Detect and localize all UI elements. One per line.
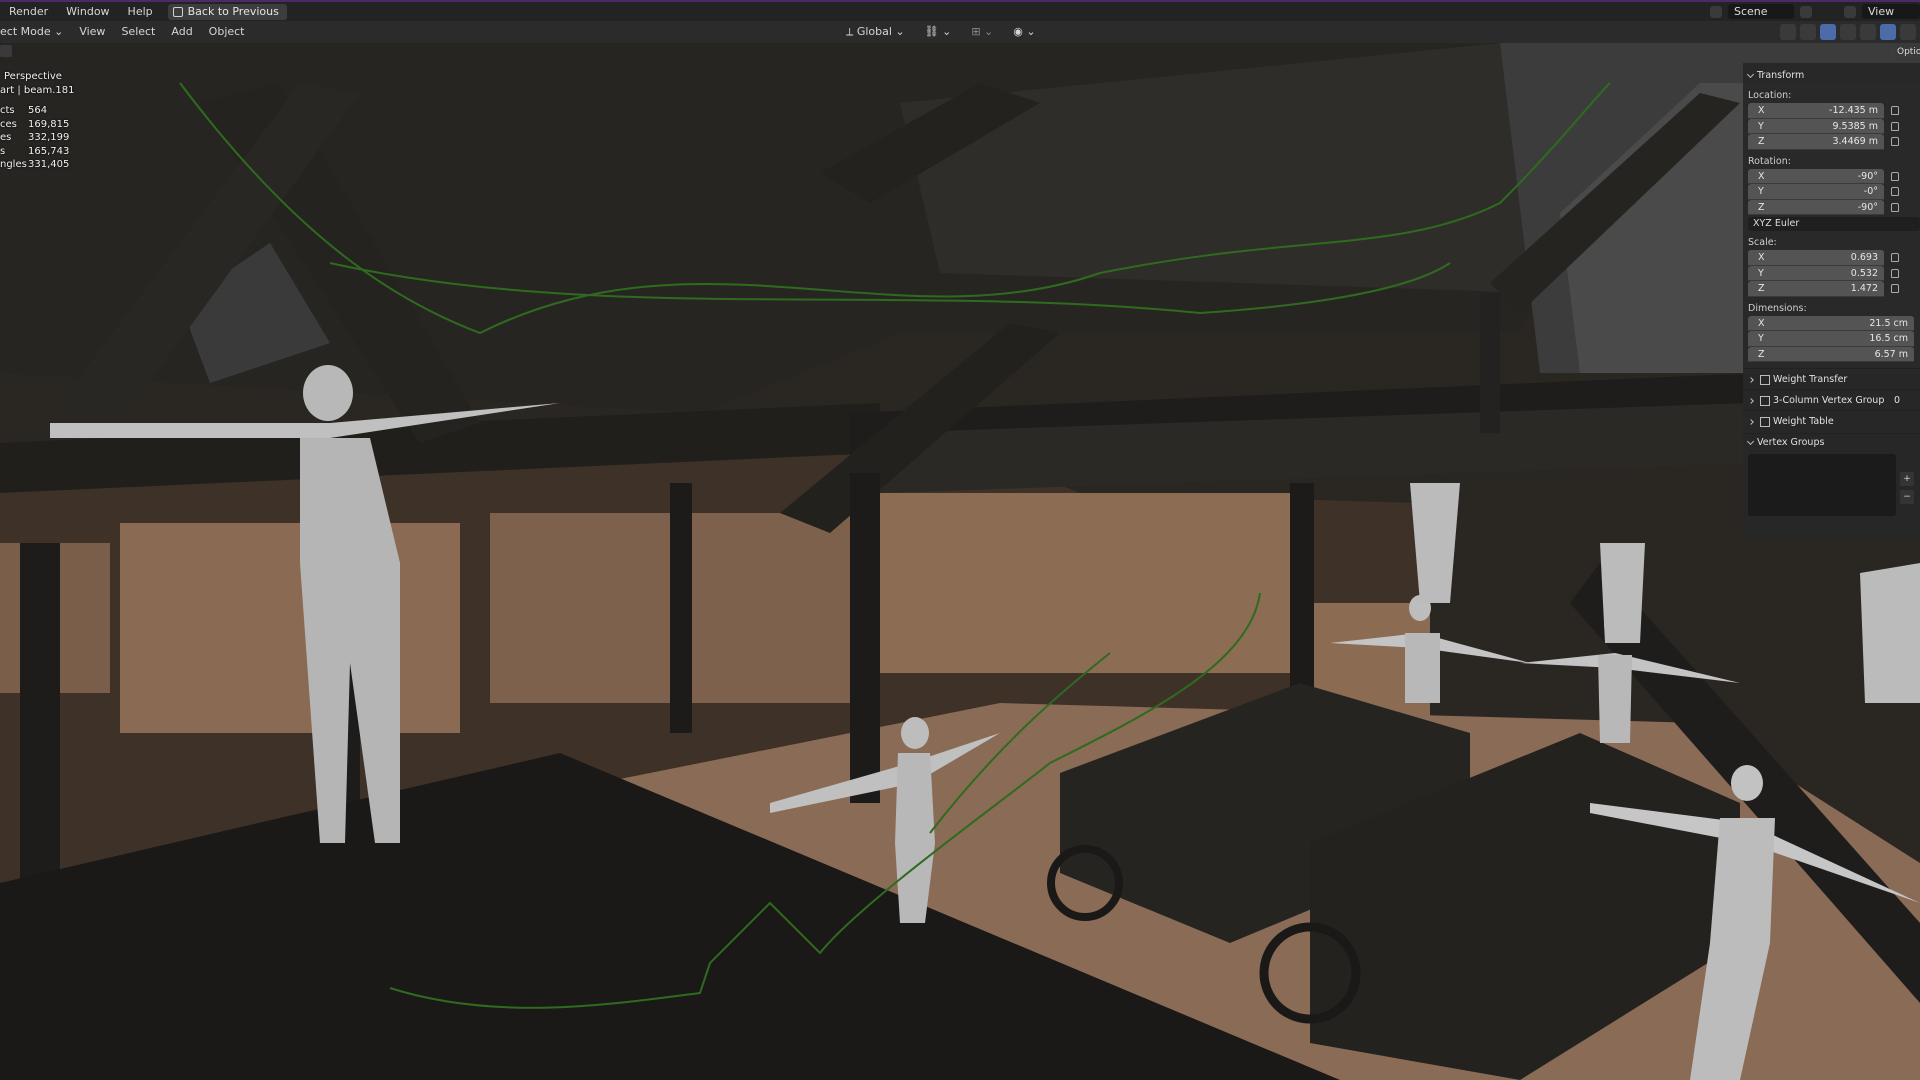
lock-icon[interactable] [1891,284,1899,294]
menu-window[interactable]: Window [57,2,118,21]
weight-table-label: Weight Table [1773,416,1834,427]
material-shading-icon[interactable] [1900,24,1916,40]
pivot-icon[interactable]: ⛓ ⌄ [919,24,958,40]
weight-transfer-label: Weight Transfer [1773,374,1848,385]
toolbar-toggle-icon[interactable] [0,45,12,57]
snap-icon[interactable]: ⊞ ⌄ [965,24,999,40]
view-layer-field[interactable]: View Layer [1862,4,1920,33]
stat-row: cts 564 [0,105,48,116]
wireframe-shading-icon[interactable] [1860,24,1876,40]
xray-icon[interactable] [1840,24,1856,40]
lock-icon[interactable] [1891,268,1899,278]
scale-x-field[interactable]: X 0.693 [1748,250,1884,266]
three-column-count: 0 [1893,395,1900,406]
stat-row: ngles 331,405 [0,159,70,170]
viewport-header: ect Mode ⌄ View Select Add Object ⟂ Glob… [0,21,1920,43]
overlay-icon[interactable] [1820,24,1836,40]
location-x-field[interactable]: X -12.435 m [1748,103,1884,119]
weight-table-panel[interactable]: Weight Table [1743,410,1920,431]
dimensions-y-field[interactable]: Y 16.5 cm [1748,331,1914,347]
view-info: Perspective art | beam.181 [0,70,75,98]
lock-icon[interactable] [1891,253,1899,263]
vertex-groups-list[interactable]: + − [1748,454,1914,516]
dimensions-x-field[interactable]: X 21.5 cm [1748,315,1914,331]
menu-add[interactable]: Add [163,21,200,43]
menu-select[interactable]: Select [113,21,163,43]
menu-object[interactable]: Object [201,21,253,43]
weight-transfer-panel[interactable]: Weight Transfer [1743,368,1920,389]
scene-icon [1710,5,1722,18]
location-y-field[interactable]: Y 9.5385 m [1748,118,1884,134]
mode-dropdown[interactable]: ect Mode ⌄ [0,21,71,43]
scale-z-field[interactable]: Z 1.472 [1748,281,1884,297]
visibility-icon[interactable] [1780,24,1796,40]
scene-statistics: cts 564 ces 169,815 es 332,199 s 165,743 ngl… [0,104,69,172]
screen-icon [172,6,183,17]
chevron-right-icon [1748,398,1754,404]
scene-render [0,43,1920,1080]
solid-shading-icon[interactable] [1880,24,1896,40]
rotation-z-field[interactable]: Z -90° [1748,199,1884,215]
vertex-group-icon [1760,396,1770,406]
chevron-right-icon [1748,377,1754,383]
menu-view[interactable]: View [71,21,113,43]
top-menu-bar: Render Window Help Back to Previous Scen… [0,0,1920,33]
stat-row: ces 169,815 [0,118,70,130]
remove-icon[interactable]: − [1900,490,1914,504]
lock-icon[interactable] [1891,137,1899,147]
3d-viewport[interactable]: Perspective art | beam.181 cts 564 ces 169… [0,43,1920,1080]
vertex-groups-header[interactable]: Vertex Groups [1743,433,1920,450]
back-to-previous-label: Back to Previous [187,4,279,18]
scale-label: Scale: [1748,237,1777,248]
menu-help[interactable]: Help [119,2,162,21]
proportional-edit-icon[interactable]: ◉ ⌄ [1007,24,1041,40]
object-path: art | beam.181 [0,85,75,96]
weight-transfer-icon [1760,375,1770,385]
view-name: Perspective [4,71,62,82]
rotation-label: Rotation: [1748,155,1791,167]
gizmo-icon[interactable] [1800,24,1816,40]
dimensions-z-field[interactable]: Z 6.57 m [1748,346,1914,362]
view-layer-icon [1844,5,1856,18]
table-icon [1760,417,1770,427]
lock-icon[interactable] [1891,171,1899,181]
vertex-group-controls: + − [1900,472,1914,504]
dimensions-label: Dimensions: [1748,302,1807,314]
new-scene-icon[interactable] [1800,5,1812,18]
tab-options[interactable]: Optio [1895,43,1920,61]
menu-render[interactable]: Render [0,2,57,21]
transform-header[interactable]: Transform [1743,67,1920,84]
scene-field[interactable]: Scene [1728,4,1794,19]
back-to-previous-button[interactable]: Back to Previous [167,3,287,20]
location-z-field[interactable]: Z 3.4469 m [1748,134,1884,150]
stat-row: es 332,199 [0,132,70,143]
sidebar-n-panel: Transform Location: X -12.435 m Y 9.5385 m… [1743,63,1920,540]
add-icon[interactable]: + [1900,472,1914,486]
rotation-x-field[interactable]: X -90° [1748,168,1884,184]
lock-icon[interactable] [1891,202,1899,212]
orientation-dropdown[interactable]: ⟂ Global ⌄ [840,24,911,40]
three-column-label: 3-Column Vertex Group [1773,395,1885,406]
chevron-right-icon [1748,419,1754,425]
lock-icon[interactable] [1891,106,1899,116]
location-label: Location: [1748,90,1792,101]
lock-icon[interactable] [1891,121,1899,131]
three-column-vertex-group-panel[interactable]: 3-Column Vertex Group 0 [1743,389,1920,410]
rotation-y-field[interactable]: Y -0° [1748,184,1884,200]
stat-row: s 165,743 [0,145,70,157]
scale-y-field[interactable]: Y 0.532 [1748,265,1884,281]
rotation-mode-dropdown[interactable]: XYZ Euler [1748,217,1920,231]
lock-icon[interactable] [1891,187,1899,197]
